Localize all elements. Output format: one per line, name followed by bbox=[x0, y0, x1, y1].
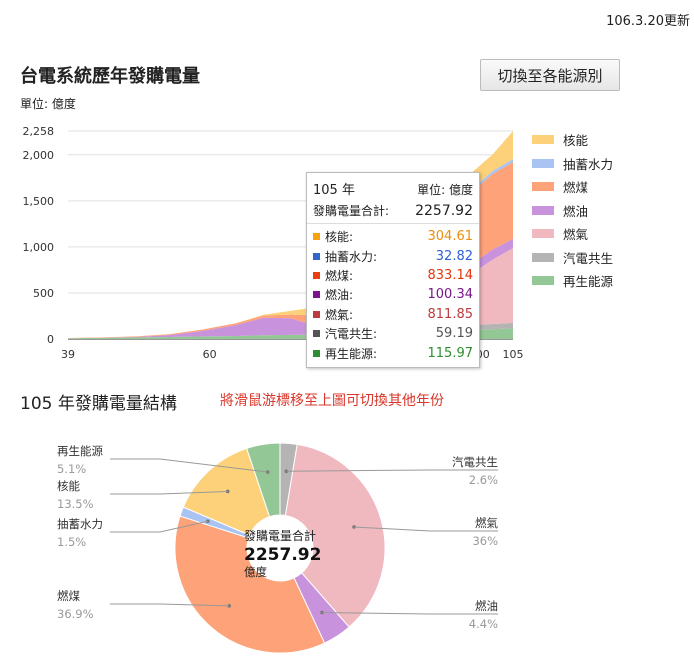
tooltip-total-label: 發購電量合計: bbox=[313, 204, 390, 218]
legend-label: 汽電共生 bbox=[563, 250, 614, 266]
tooltip-row-label: 燃氣: bbox=[325, 307, 354, 322]
tooltip-swatch bbox=[313, 291, 320, 299]
tooltip-row: 燃油: 100.34 bbox=[313, 285, 473, 304]
tooltip-swatch bbox=[313, 349, 320, 357]
tooltip-row-value: 100.34 bbox=[427, 287, 474, 303]
pie-chart[interactable]: 汽電共生 2.6% 燃氣 36% 燃油 4.4% 燃煤 36.9% 抽蓄水力 1.5% 核能 13.5… bbox=[0, 420, 694, 663]
pie-label-name: 再生能源 bbox=[57, 444, 103, 458]
tooltip-unit: 單位: 億度 bbox=[417, 183, 473, 197]
legend-swatch bbox=[532, 205, 554, 215]
tooltip-total-value: 2257.92 bbox=[415, 203, 473, 219]
legend-item: 抽蓄水力 bbox=[532, 152, 613, 176]
tooltip-swatch bbox=[313, 330, 320, 338]
pie-label-name: 核能 bbox=[57, 479, 80, 493]
tooltip-row-label: 再生能源: bbox=[325, 346, 378, 361]
legend-swatch bbox=[532, 252, 554, 262]
pie-label-name: 汽電共生 bbox=[452, 455, 498, 469]
tooltip-list: 核能: 304.61 抽蓄水力: 32.82 燃煤: 833.14 燃油: 100.34 燃氣:… bbox=[307, 224, 479, 367]
legend-label: 再生能源 bbox=[563, 274, 614, 290]
tooltip-row-label: 燃煤: bbox=[325, 268, 354, 283]
tooltip-year: 105 bbox=[313, 183, 338, 198]
legend-label: 燃油 bbox=[563, 203, 589, 219]
update-date: 106.3.20更新 bbox=[606, 14, 690, 29]
tooltip-row-value: 833.14 bbox=[427, 267, 474, 283]
pie-center-value: 2257.92 bbox=[244, 545, 321, 565]
tooltip-row-value: 304.61 bbox=[427, 229, 474, 245]
hover-tooltip: 105 年 單位: 億度 發購電量合計: 2257.92 核能: 304.61 抽蓄… bbox=[306, 172, 480, 368]
tooltip-row-value: 115.97 bbox=[427, 345, 474, 361]
pie-label-percent: 36.9% bbox=[57, 607, 94, 621]
legend-swatch bbox=[532, 182, 554, 192]
y-tick-label: 0 bbox=[47, 333, 54, 346]
pie-label-name: 燃油 bbox=[475, 599, 498, 613]
legend-label: 燃氣 bbox=[563, 227, 589, 243]
legend-label: 抽蓄水力 bbox=[563, 156, 614, 172]
y-tick-label: 500 bbox=[33, 287, 54, 300]
switch-energy-button[interactable]: 切換至各能源別 bbox=[480, 59, 620, 91]
pie-label-name: 燃煤 bbox=[57, 589, 80, 603]
tooltip-swatch bbox=[313, 233, 320, 241]
legend-label: 燃煤 bbox=[563, 180, 589, 196]
y-tick-label: 2,258 bbox=[23, 125, 55, 138]
pie-label-name: 燃氣 bbox=[475, 516, 498, 530]
x-tick-label: 105 bbox=[503, 348, 524, 361]
tooltip-row-value: 32.82 bbox=[435, 248, 473, 264]
legend-swatch bbox=[532, 276, 554, 286]
tooltip-year-suffix: 年 bbox=[341, 183, 355, 198]
x-tick-label: 39 bbox=[61, 348, 75, 361]
tooltip-row-label: 抽蓄水力: bbox=[325, 249, 378, 264]
tooltip-row: 再生能源: 115.97 bbox=[313, 343, 473, 362]
tooltip-row-value: 811.85 bbox=[427, 306, 474, 322]
y-tick-label: 1,500 bbox=[23, 195, 55, 208]
pie-label-percent: 5.1% bbox=[57, 462, 86, 476]
legend-item: 燃氣 bbox=[532, 222, 613, 246]
tooltip-swatch bbox=[313, 310, 320, 318]
section-title: 105 年發購電量結構 bbox=[20, 394, 177, 414]
unit-label: 單位: 億度 bbox=[20, 97, 76, 111]
legend-swatch bbox=[532, 135, 554, 145]
legend-item: 核能 bbox=[532, 128, 613, 152]
chart-legend: 核能抽蓄水力燃煤燃油燃氣汽電共生再生能源 bbox=[532, 128, 613, 293]
pie-label-percent: 13.5% bbox=[57, 497, 94, 511]
legend-label: 核能 bbox=[563, 133, 589, 149]
y-tick-label: 1,000 bbox=[23, 241, 55, 254]
pie-label-percent: 2.6% bbox=[469, 473, 498, 487]
tooltip-row-value: 59.19 bbox=[435, 326, 473, 342]
tooltip-row-label: 汽電共生: bbox=[325, 327, 378, 342]
pie-center-label: 發購電量合計 bbox=[244, 528, 316, 543]
pie-label-percent: 1.5% bbox=[57, 535, 86, 549]
tooltip-row: 燃煤: 833.14 bbox=[313, 266, 473, 285]
tooltip-row: 汽電共生: 59.19 bbox=[313, 324, 473, 343]
pie-center-unit: 億度 bbox=[244, 565, 267, 579]
tooltip-row-label: 核能: bbox=[325, 230, 354, 245]
tooltip-row-label: 燃油: bbox=[325, 288, 354, 303]
page-title: 台電系統歷年發購電量 bbox=[20, 66, 200, 87]
legend-item: 燃煤 bbox=[532, 175, 613, 199]
legend-item: 再生能源 bbox=[532, 269, 613, 293]
tooltip-swatch bbox=[313, 271, 320, 279]
tooltip-row: 核能: 304.61 bbox=[313, 227, 473, 246]
pie-label-name: 抽蓄水力 bbox=[57, 517, 103, 531]
tooltip-swatch bbox=[313, 252, 320, 260]
tooltip-row: 燃氣: 811.85 bbox=[313, 305, 473, 324]
legend-item: 汽電共生 bbox=[532, 246, 613, 270]
pie-label-percent: 36% bbox=[472, 534, 498, 548]
x-tick-label: 60 bbox=[203, 348, 217, 361]
tooltip-row: 抽蓄水力: 32.82 bbox=[313, 246, 473, 265]
legend-swatch bbox=[532, 229, 554, 239]
pie-label-percent: 4.4% bbox=[469, 617, 498, 631]
y-tick-label: 2,000 bbox=[23, 149, 55, 162]
hover-hint: 將滑鼠游標移至上圖可切換其他年份 bbox=[220, 393, 444, 409]
legend-swatch bbox=[532, 158, 554, 168]
legend-item: 燃油 bbox=[532, 199, 613, 223]
